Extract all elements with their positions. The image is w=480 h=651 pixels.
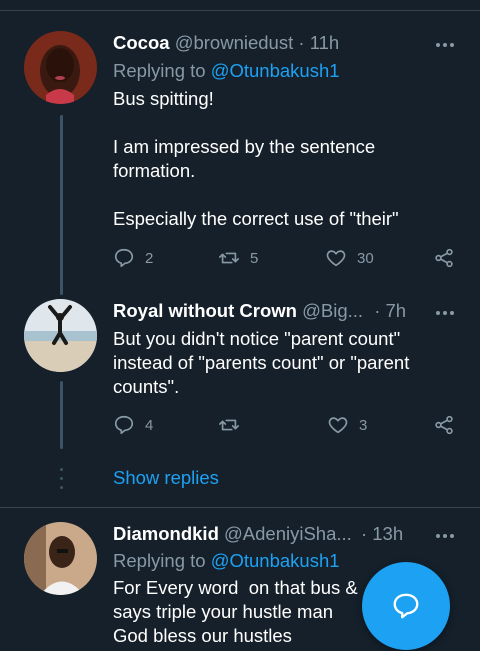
more-icon-dot — [450, 42, 454, 47]
top-divider — [0, 10, 480, 11]
mention-link[interactable]: @Otunbakush1 — [211, 550, 340, 571]
more-icon-dot — [450, 533, 454, 538]
tweet-paragraph: Especially the correct use of "their" — [113, 208, 399, 229]
share-icon — [435, 415, 453, 435]
more-icon — [436, 533, 440, 538]
compose-reply-icon — [393, 593, 419, 619]
display-name[interactable]: Diamondkid — [113, 523, 219, 544]
tweet-paragraph: But you didn't notice "parent count" ins… — [113, 328, 410, 397]
user-handle[interactable]: @AdeniyiSha... — [224, 523, 352, 544]
like-button[interactable]: 30 — [325, 245, 374, 271]
display-name[interactable]: Royal without Crown — [113, 300, 297, 321]
display-name[interactable]: Cocoa — [113, 32, 170, 53]
user-handle[interactable]: @browniedust — [175, 32, 294, 53]
user-handle[interactable]: @Big... — [302, 300, 363, 321]
retweet-button[interactable] — [218, 412, 250, 438]
reply-button[interactable]: 2 — [113, 245, 153, 271]
like-count: 30 — [357, 249, 374, 267]
tweet-text: Bus spitting! I am impressed by the sent… — [113, 87, 433, 231]
more-icon-dot — [443, 42, 447, 47]
tweet-paragraph: I am impressed by the sentence formation… — [113, 136, 376, 181]
tweet-actions: 4 3 — [113, 412, 458, 438]
replying-to: Replying to @Otunbakush1 — [113, 59, 340, 83]
replying-label: Replying to — [113, 60, 206, 81]
tweet-header: Diamondkid @AdeniyiSha... · 13h — [113, 522, 403, 546]
retweet-button[interactable]: 5 — [218, 245, 258, 271]
timestamp[interactable]: 7h — [386, 300, 407, 321]
mention-link[interactable]: @Otunbakush1 — [211, 60, 340, 81]
share-button[interactable] — [433, 412, 455, 438]
more-options-button[interactable] — [433, 33, 454, 56]
reply-count: 4 — [145, 416, 154, 434]
avatar[interactable] — [24, 522, 97, 595]
retweet-icon — [219, 419, 239, 431]
retweet-icon — [219, 252, 239, 264]
timestamp[interactable]: 11h — [310, 32, 340, 53]
more-options-button[interactable] — [433, 524, 454, 547]
more-icon-dot — [443, 533, 447, 538]
share-icon — [435, 248, 453, 268]
tweet-header: Royal without Crown @Big... · 7h — [113, 299, 406, 323]
share-button[interactable] — [433, 245, 455, 271]
heart-icon — [328, 417, 348, 434]
collapsed-thread-dots — [60, 468, 63, 495]
tweet-royal-without-crown[interactable]: Royal without Crown @Big... · 7h But you… — [0, 299, 480, 449]
replying-label: Replying to — [113, 550, 206, 571]
tweet-text: But you didn't notice "parent count" ins… — [113, 327, 443, 399]
compose-reply-button[interactable] — [362, 562, 450, 650]
heart-icon — [326, 250, 346, 267]
separator-dot: · — [298, 32, 305, 53]
more-icon — [436, 310, 440, 315]
avatar-image-icon — [24, 299, 97, 372]
avatar-image-icon — [24, 522, 97, 595]
avatar[interactable] — [24, 299, 97, 372]
retweet-count: 5 — [250, 249, 259, 267]
separator-dot: · — [374, 300, 381, 321]
tweet-actions: 2 5 30 — [113, 245, 458, 271]
tweet-header: Cocoa @browniedust · 11h — [113, 31, 339, 55]
separator-dot: · — [360, 523, 368, 544]
section-divider — [0, 507, 480, 508]
timestamp[interactable]: 13h — [372, 523, 403, 544]
more-options-button[interactable] — [433, 301, 454, 324]
thread-line — [60, 115, 63, 295]
reply-icon — [114, 415, 134, 435]
reply-button[interactable]: 4 — [113, 412, 153, 438]
replying-to: Replying to @Otunbakush1 — [113, 549, 340, 573]
tweet-cocoa[interactable]: Cocoa @browniedust · 11h Replying to @Ot… — [0, 31, 480, 295]
more-icon — [436, 42, 440, 47]
tweet-paragraph: Bus spitting! — [113, 88, 214, 109]
like-count: 3 — [359, 416, 368, 434]
like-button[interactable]: 3 — [327, 412, 367, 438]
thread-line — [60, 381, 63, 449]
reply-icon — [114, 248, 134, 268]
show-replies-link[interactable]: Show replies — [113, 466, 219, 490]
avatar-image-icon — [24, 31, 97, 104]
more-icon-dot — [450, 310, 454, 315]
reply-count: 2 — [145, 249, 154, 267]
more-icon-dot — [443, 310, 447, 315]
avatar[interactable] — [24, 31, 97, 104]
